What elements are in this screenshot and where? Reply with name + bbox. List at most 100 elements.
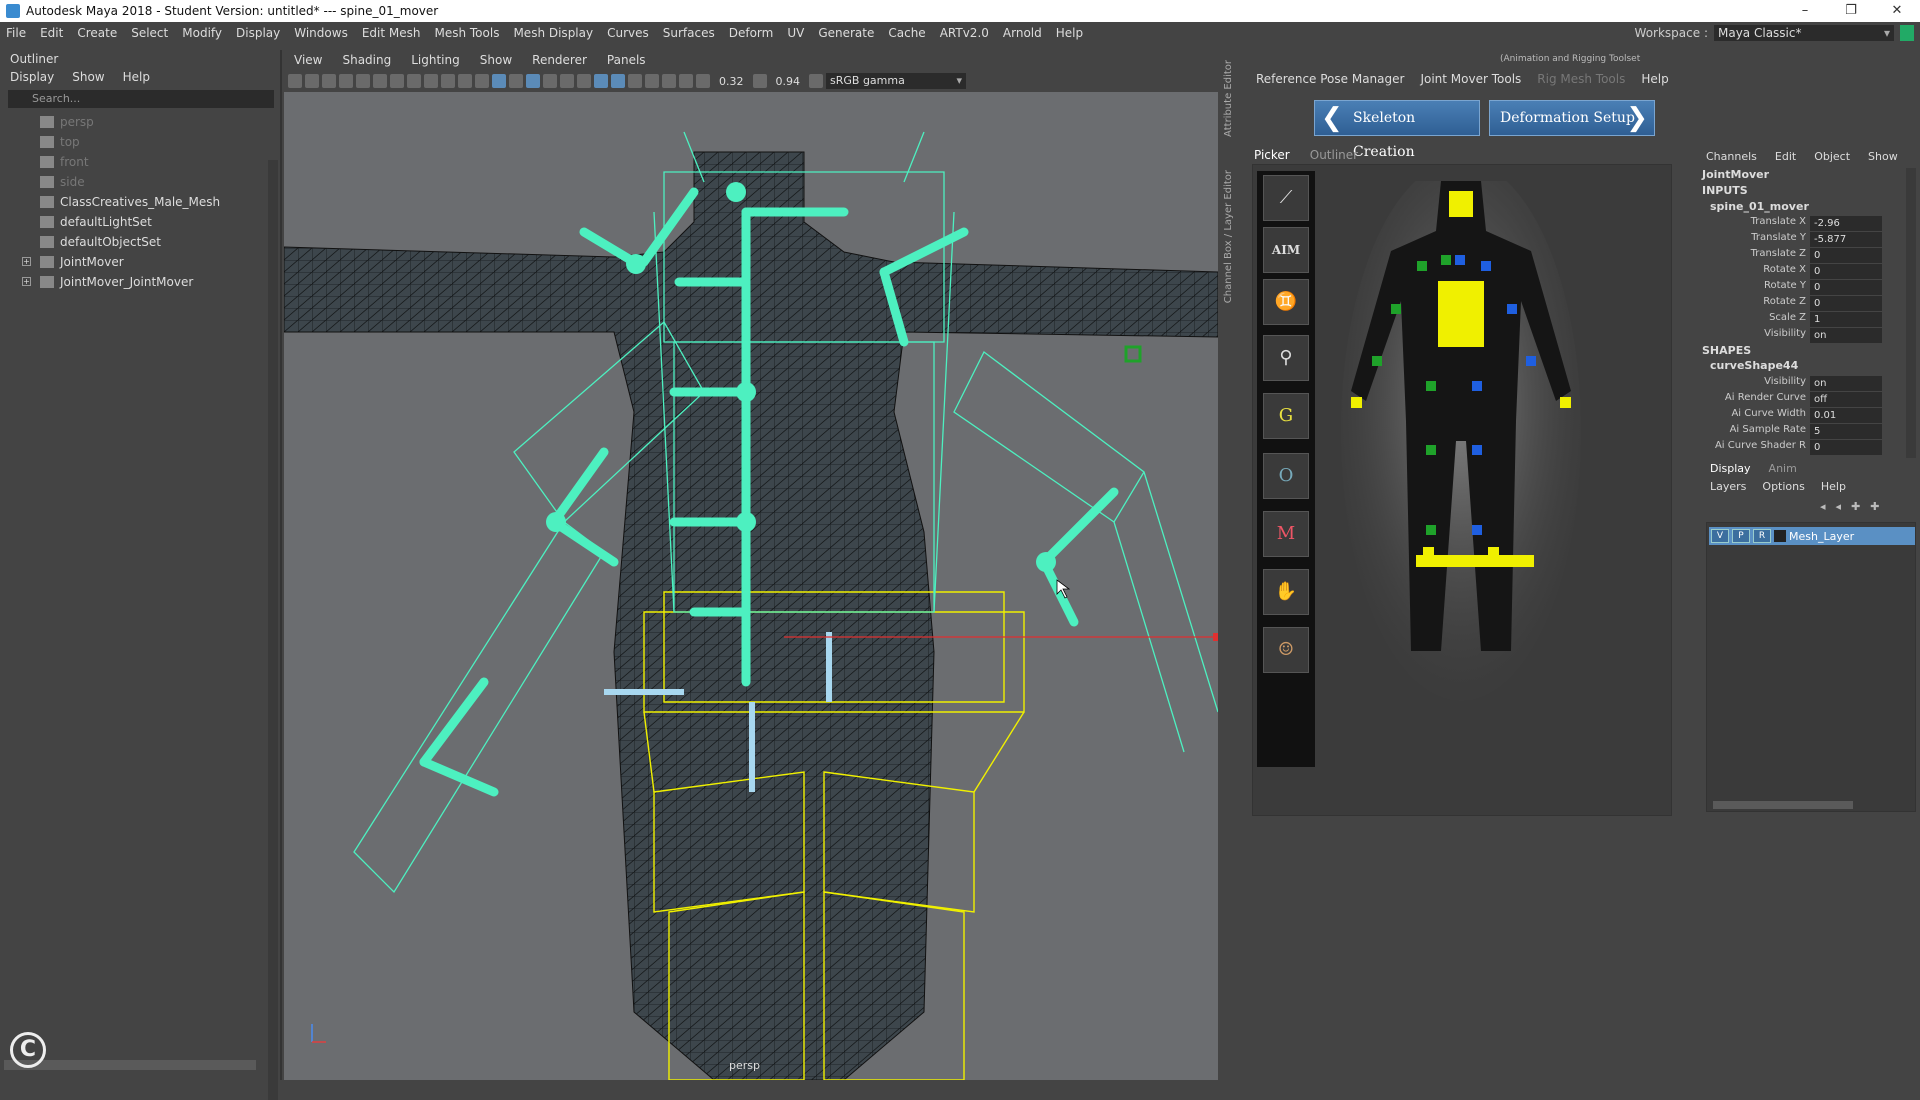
restore-button[interactable]: ❐ (1828, 0, 1874, 22)
camera-icon[interactable] (288, 74, 302, 88)
deformation-setup-button[interactable]: Deformation Setup ❯ (1489, 100, 1655, 136)
field-chart-icon[interactable] (424, 74, 438, 88)
outliner-menu-help[interactable]: Help (123, 68, 150, 86)
outliner-search-input[interactable]: Search... (8, 90, 274, 108)
xray-joints-icon[interactable] (543, 74, 557, 88)
gamma-value[interactable]: 0.94 (776, 75, 801, 88)
channel-attr-row[interactable]: Rotate X 0 (1706, 264, 1882, 280)
channel-attr-value[interactable]: on (1810, 328, 1882, 343)
menu-select[interactable]: Select (131, 26, 168, 40)
expand-icon[interactable]: + (22, 257, 31, 266)
tab-display-layers[interactable]: Display (1710, 462, 1751, 475)
channel-attr-row[interactable]: Ai Curve Width 0.01 (1706, 408, 1882, 424)
art-menu-joint-mover-tools[interactable]: Joint Mover Tools (1420, 72, 1521, 86)
gamma-icon[interactable] (752, 74, 767, 88)
layer-name[interactable]: Mesh_Layer (1789, 530, 1854, 543)
resolution-gate-icon[interactable] (390, 74, 404, 88)
menu-surfaces[interactable]: Surfaces (663, 26, 715, 40)
motion-blur-icon[interactable] (628, 74, 642, 88)
channel-attr-row[interactable]: Translate Z 0 (1706, 248, 1882, 264)
layer-color-icon[interactable] (1774, 530, 1786, 542)
input-node-name[interactable]: spine_01_mover (1710, 200, 1809, 213)
channel-box-tab[interactable]: Channel Box / Layer Editor (1223, 170, 1234, 303)
global-mover-icon[interactable]: G (1263, 393, 1309, 439)
smooth-shade-icon[interactable] (492, 74, 506, 88)
body-picker-figure[interactable] (1341, 181, 1581, 701)
menu-mesh-tools[interactable]: Mesh Tools (434, 26, 499, 40)
film-gate-icon[interactable] (373, 74, 387, 88)
channel-attr-value[interactable]: 0 (1810, 280, 1882, 295)
menu-cache[interactable]: Cache (888, 26, 925, 40)
layer-list-hscrollbar[interactable] (1713, 801, 1853, 809)
channel-attr-row[interactable]: Visibility on (1706, 376, 1882, 392)
workspace-dropdown[interactable]: Maya Classic* (1714, 25, 1894, 41)
gate-mask-icon[interactable] (407, 74, 421, 88)
safe-title-icon[interactable] (458, 74, 472, 88)
channel-box-scrollbar[interactable] (1906, 168, 1916, 458)
menu-uv[interactable]: UV (787, 26, 804, 40)
channel-attr-value[interactable]: 0 (1810, 264, 1882, 279)
cb-menu-edit[interactable]: Edit (1775, 150, 1796, 163)
channel-attr-value[interactable]: 0 (1810, 248, 1882, 263)
outliner-menu-show[interactable]: Show (72, 68, 104, 86)
layer-row[interactable]: V P R Mesh_Layer (1709, 527, 1915, 545)
menu-curves[interactable]: Curves (607, 26, 649, 40)
new-layer-icon[interactable]: ✚ (1851, 500, 1860, 513)
module-icon[interactable]: ✋ (1263, 569, 1309, 615)
bookmark-icon[interactable] (322, 74, 336, 88)
menu-arnold[interactable]: Arnold (1003, 26, 1042, 40)
cb-menu-channels[interactable]: Channels (1706, 150, 1757, 163)
lights-icon[interactable] (560, 74, 574, 88)
offset-mover-icon[interactable]: O (1263, 453, 1309, 499)
outliner-item[interactable]: ClassCreatives_Male_Mesh (0, 192, 280, 212)
vp-menu-view[interactable]: View (294, 50, 322, 70)
channel-attr-value[interactable]: 1 (1810, 312, 1882, 327)
skeleton-creation-button[interactable]: ❮ Skeleton Creation (1314, 100, 1480, 160)
channel-attr-row[interactable]: Ai Sample Rate 5 (1706, 424, 1882, 440)
menu-display[interactable]: Display (236, 26, 280, 40)
character-mesh[interactable] (284, 151, 1218, 1080)
aim-mode-icon[interactable]: AIM (1263, 227, 1309, 273)
vp-menu-lighting[interactable]: Lighting (411, 50, 460, 70)
shape-node-name[interactable]: curveShape44 (1710, 359, 1798, 372)
channel-attr-row[interactable]: Translate Y -5.877 (1706, 232, 1882, 248)
menu-windows[interactable]: Windows (294, 26, 348, 40)
menu-file[interactable]: File (6, 26, 26, 40)
layer-playback-toggle[interactable]: P (1732, 529, 1750, 543)
channel-attr-value[interactable]: 0 (1810, 296, 1882, 311)
art-menu-rig-mesh-tools[interactable]: Rig Mesh Tools (1537, 72, 1625, 86)
tab-picker[interactable]: Picker (1254, 148, 1290, 162)
mesh-mover-icon[interactable]: M (1263, 511, 1309, 557)
expand-icon[interactable]: + (22, 277, 31, 286)
move-layer-up-icon[interactable]: ◂ (1820, 500, 1826, 513)
channel-attr-value[interactable]: 0 (1810, 440, 1882, 455)
color-space-dropdown[interactable]: sRGB gamma (826, 73, 966, 89)
vp-menu-shading[interactable]: Shading (342, 50, 391, 70)
outliner-item[interactable]: side (0, 172, 280, 192)
scene-canvas[interactable] (284, 92, 1218, 1080)
cb-menu-show[interactable]: Show (1868, 150, 1898, 163)
lock-camera-icon[interactable] (305, 74, 319, 88)
channel-attr-value[interactable]: -2.96 (1810, 216, 1882, 231)
outliner-item[interactable]: + JointMover_JointMover (0, 272, 280, 292)
image-plane-icon[interactable] (339, 74, 353, 88)
channel-attr-value[interactable]: on (1810, 376, 1882, 391)
channel-attr-value[interactable]: off (1810, 392, 1882, 407)
wireframe-icon[interactable] (475, 74, 489, 88)
outliner-item[interactable]: defaultLightSet (0, 212, 280, 232)
vp-menu-panels[interactable]: Panels (607, 50, 646, 70)
channel-attr-row[interactable]: Visibility on (1706, 328, 1882, 344)
isolate-icon[interactable] (594, 74, 608, 88)
tab-outliner[interactable]: Outliner (1310, 148, 1358, 162)
layers-menu-options[interactable]: Options (1762, 480, 1804, 493)
lock-icon[interactable] (1900, 25, 1914, 41)
menu-mesh-display[interactable]: Mesh Display (513, 26, 593, 40)
character-icon[interactable]: ☺ (1263, 627, 1309, 673)
grid-toggle-icon[interactable] (356, 74, 370, 88)
new-layer-selected-icon[interactable]: ✚ (1870, 500, 1879, 513)
outliner-menu-display[interactable]: Display (10, 68, 54, 86)
vp-menu-show[interactable]: Show (480, 50, 512, 70)
channel-attr-row[interactable]: Ai Curve Shader R 0 (1706, 440, 1882, 456)
channel-attr-row[interactable]: Scale Z 1 (1706, 312, 1882, 328)
menu-modify[interactable]: Modify (182, 26, 222, 40)
